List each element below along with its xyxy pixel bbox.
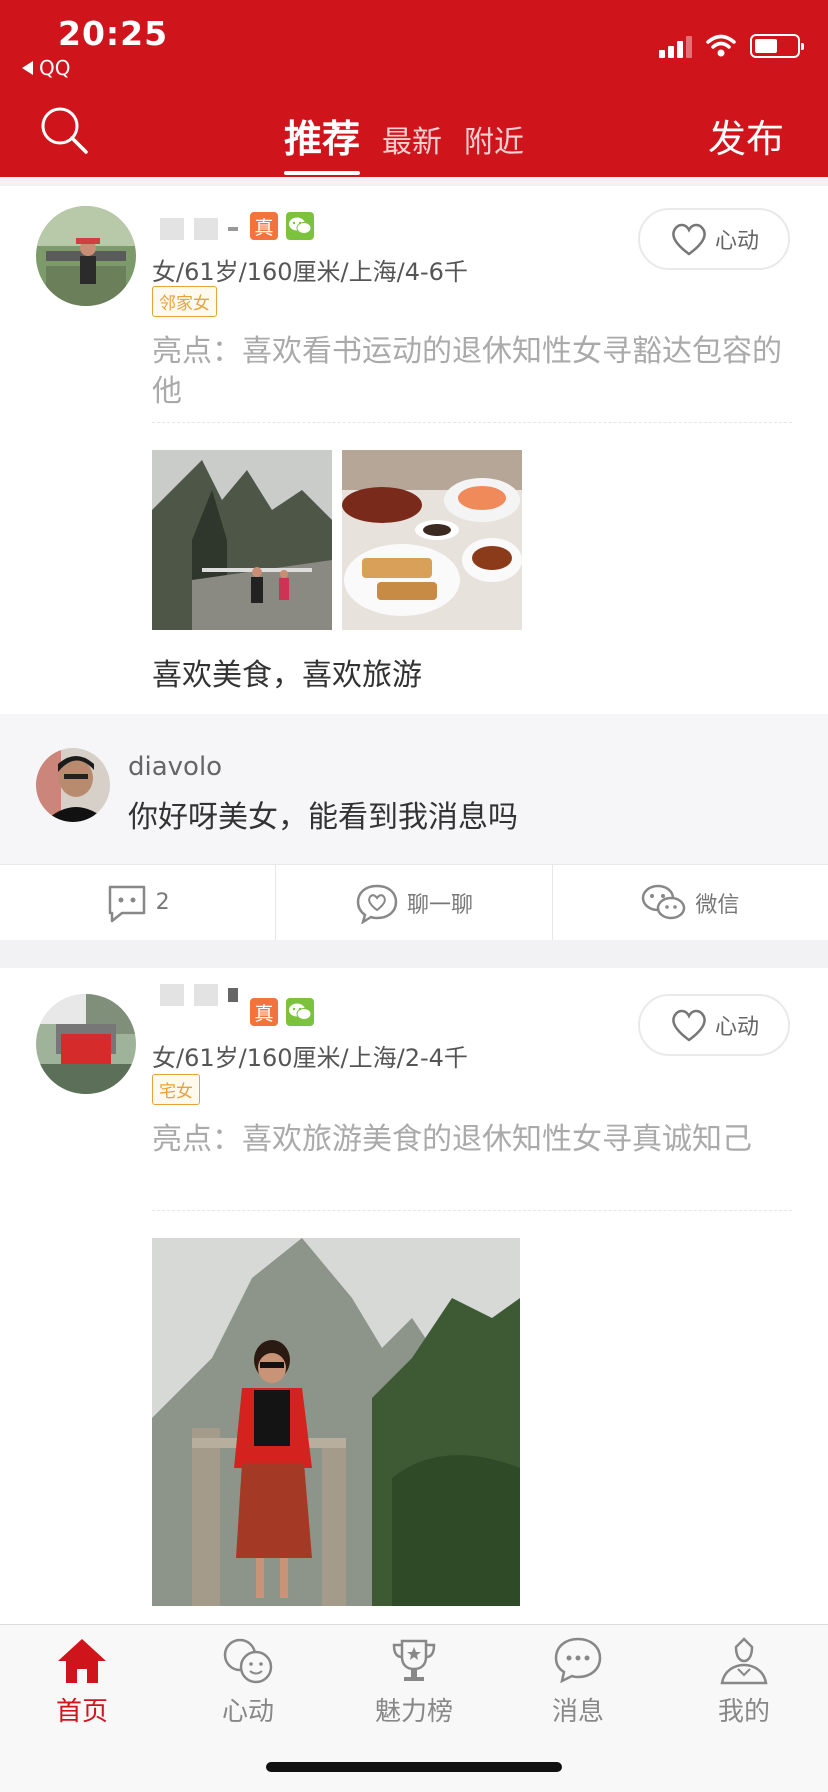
- nav-me-label: 我的: [717, 1697, 770, 1727]
- wifi-icon: [706, 34, 736, 57]
- chat-label: 聊一聊: [406, 892, 473, 918]
- message-icon: [554, 1637, 602, 1684]
- back-arrow-icon: [22, 61, 33, 75]
- wechat-badge-icon: [286, 998, 314, 1026]
- heart-button-label: 心动: [714, 1015, 759, 1040]
- heart-button[interactable]: 心动: [638, 994, 790, 1056]
- verified-real-badge: 真: [250, 998, 278, 1026]
- feed-tabs: 推荐 最新 附近: [284, 108, 524, 175]
- trophy-icon: [392, 1639, 436, 1681]
- avatar[interactable]: [36, 206, 136, 306]
- verified-real-badge: 真: [250, 212, 278, 240]
- personality-tag: 宅女: [152, 1074, 200, 1105]
- home-icon: [58, 1639, 106, 1683]
- divider: [152, 1210, 792, 1211]
- comment-button[interactable]: 2: [0, 865, 275, 940]
- heart-button-label: 心动: [714, 229, 759, 254]
- nav-charm-rank[interactable]: 魅力榜: [354, 1635, 474, 1728]
- signal-icon: [659, 36, 692, 58]
- chat-heart-icon: [356, 884, 398, 924]
- chat-button[interactable]: 聊一聊: [275, 865, 551, 940]
- personality-tag: 邻家女: [152, 286, 217, 317]
- status-icons: [659, 34, 804, 58]
- nav-me[interactable]: 我的: [684, 1635, 804, 1728]
- back-app-label: QQ: [39, 56, 71, 80]
- user-info: 女/61岁/160厘米/上海/2-4千: [152, 1044, 468, 1072]
- post-photo-food[interactable]: [342, 450, 522, 630]
- commenter-name: diavolo: [128, 752, 223, 782]
- wechat-badge-icon: [286, 212, 314, 240]
- post-card[interactable]: 真 女/61岁/160厘米/上海/2-4千 宅女 心动 亮点：喜欢旅游美食的退休…: [0, 968, 828, 1624]
- home-indicator[interactable]: [266, 1762, 562, 1772]
- avatar[interactable]: [36, 994, 136, 1094]
- nav-charm-rank-label: 魅力榜: [374, 1697, 453, 1727]
- wechat-button[interactable]: 微信: [551, 865, 828, 940]
- post-photo-portrait[interactable]: [152, 1238, 520, 1606]
- wechat-icon: [642, 884, 686, 919]
- comment-count: 2: [155, 890, 170, 915]
- post-highlight: 亮点：喜欢看书运动的退休知性女寻豁达包容的他: [152, 334, 782, 409]
- comment-preview[interactable]: diavolo 你好呀美女，能看到我消息吗: [0, 714, 828, 864]
- faces-icon: [223, 1638, 273, 1684]
- nav-home-label: 首页: [55, 1697, 108, 1727]
- back-to-app-link[interactable]: QQ: [22, 56, 70, 80]
- heart-icon: [672, 223, 706, 256]
- post-highlight: 亮点：喜欢旅游美食的退休知性女寻真诚知己: [152, 1122, 752, 1157]
- nav-heart[interactable]: 心动: [188, 1635, 308, 1728]
- heart-button[interactable]: 心动: [638, 208, 790, 270]
- nav-heart-label: 心动: [221, 1697, 274, 1727]
- nav-messages-label: 消息: [551, 1697, 604, 1727]
- battery-icon: [750, 34, 804, 58]
- tab-nearby[interactable]: 附近: [464, 117, 524, 171]
- post-action-bar: 2 聊一聊 微信: [0, 864, 828, 940]
- comment-icon: [108, 885, 145, 922]
- divider: [152, 422, 792, 423]
- nav-home[interactable]: 首页: [22, 1635, 142, 1728]
- user-info: 女/61岁/160厘米/上海/4-6千: [152, 258, 468, 286]
- app-header: 20:25 QQ 推荐 最新 附近 发布: [0, 0, 828, 177]
- post-caption: 喜欢美食，喜欢旅游: [152, 658, 422, 693]
- nav-messages[interactable]: 消息: [518, 1635, 638, 1728]
- search-icon[interactable]: [38, 104, 90, 156]
- username-blurred: [160, 984, 238, 1006]
- post-card[interactable]: 真 女/61岁/160厘米/上海/4-6千 邻家女 心动 亮点：喜欢看书运动的退…: [0, 186, 828, 714]
- publish-button[interactable]: 发布: [708, 108, 784, 163]
- heart-icon: [672, 1009, 706, 1042]
- commenter-avatar[interactable]: [36, 748, 110, 822]
- wechat-label: 微信: [695, 892, 740, 918]
- username-blurred: [160, 218, 238, 240]
- tab-latest[interactable]: 最新: [382, 117, 442, 171]
- post-photo-mountain[interactable]: [152, 450, 332, 630]
- comment-text: 你好呀美女，能看到我消息吗: [128, 800, 518, 835]
- status-time: 20:25: [58, 14, 169, 53]
- person-icon: [720, 1637, 768, 1685]
- tab-recommend[interactable]: 推荐: [284, 108, 361, 175]
